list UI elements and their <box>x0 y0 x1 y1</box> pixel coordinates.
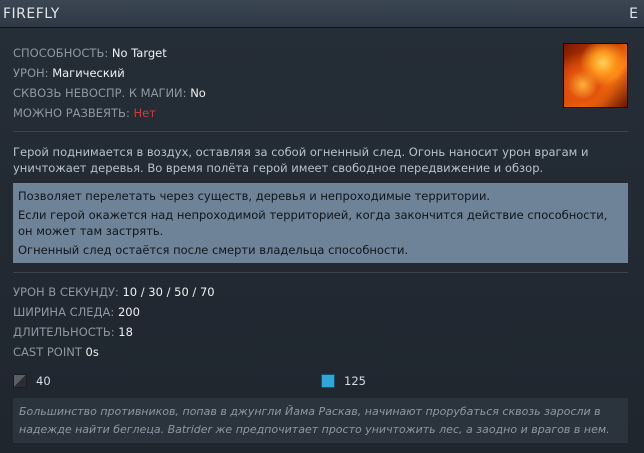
note-item: Позволяет перелетать через существ, дере… <box>18 189 491 203</box>
dispellable-value: Нет <box>133 106 156 120</box>
mana-value: 125 <box>344 374 366 388</box>
dispellable-label: МОЖНО РАЗВЕЯТЬ: <box>13 106 130 120</box>
damage-type-label: УРОН: <box>13 66 49 80</box>
cooldown-cost: 40 <box>13 374 51 388</box>
ability-description: Герой поднимается в воздух, оставляя за … <box>13 145 589 175</box>
trail-width-value: 200 <box>117 305 140 319</box>
ability-title: FIREFLY <box>3 6 60 22</box>
dps-stat: УРОН В СЕКУНДУ: 10 / 30 / 50 / 70 <box>13 285 215 299</box>
trail-width-stat: ШИРИНА СЛЕДА: 200 <box>13 305 140 319</box>
note-item: Если герой окажется над непроходимой тер… <box>18 208 608 238</box>
ability-hotkey: E <box>629 6 638 22</box>
damage-type-row: УРОН: Магический <box>13 66 125 80</box>
pierce-immunity-value: No <box>190 86 206 100</box>
duration-value: 18 <box>118 325 133 339</box>
cooldown-icon <box>13 374 27 388</box>
behavior-label: СПОСОБНОСТЬ: <box>13 46 109 60</box>
ability-lore: Большинство противников, попав в джунгли… <box>13 398 628 443</box>
behavior-row: СПОСОБНОСТЬ: No Target <box>13 46 167 60</box>
cast-point-value: 0s <box>85 345 99 359</box>
note-item: Огненный след остаётся после смерти влад… <box>18 243 409 257</box>
dps-value: 10 / 30 / 50 / 70 <box>122 285 215 299</box>
cast-point-label: CAST POINT <box>13 345 82 359</box>
mana-icon <box>321 374 335 388</box>
divider <box>13 131 628 132</box>
divider <box>13 272 628 273</box>
dispellable-row: МОЖНО РАЗВЕЯТЬ: Нет <box>13 106 156 120</box>
tooltip-header: FIREFLY E <box>0 0 644 28</box>
behavior-value: No Target <box>111 46 167 60</box>
pierce-immunity-row: СКВОЗЬ НЕВОСПР. К МАГИИ: No <box>13 86 206 100</box>
duration-stat: ДЛИТЕЛЬНОСТЬ: 18 <box>13 325 133 339</box>
duration-label: ДЛИТЕЛЬНОСТЬ: <box>13 325 115 339</box>
pierce-immunity-label: СКВОЗЬ НЕВОСПР. К МАГИИ: <box>13 86 187 100</box>
trail-width-label: ШИРИНА СЛЕДА: <box>13 305 115 319</box>
cooldown-value: 40 <box>36 374 51 388</box>
cast-point-stat: CAST POINT 0s <box>13 345 99 359</box>
firefly-ability-icon <box>563 43 628 108</box>
ability-notes: Позволяет перелетать через существ, дере… <box>13 183 628 263</box>
dps-label: УРОН В СЕКУНДУ: <box>13 285 119 299</box>
mana-cost: 125 <box>321 374 366 388</box>
damage-type-value: Магический <box>52 66 125 80</box>
